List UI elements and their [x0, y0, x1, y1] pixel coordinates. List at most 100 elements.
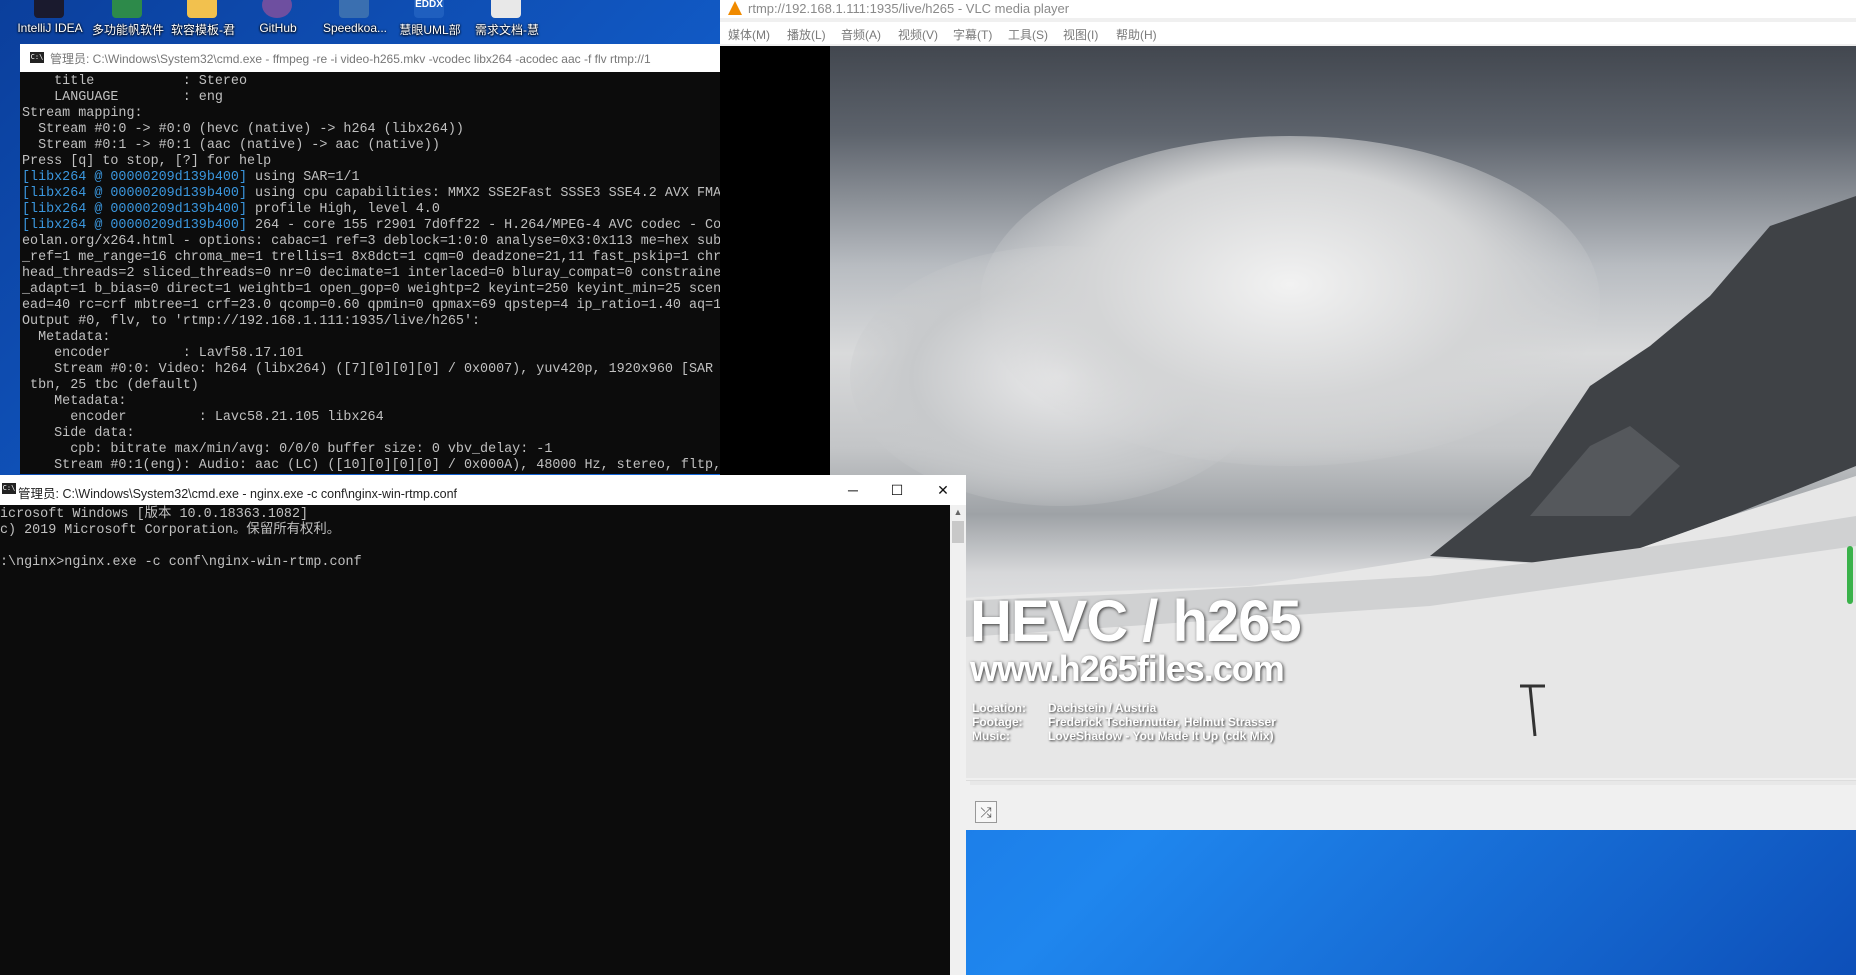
volume-indicator[interactable] — [1847, 546, 1853, 604]
nginx-titlebar[interactable]: C:\ 管理员: C:\Windows\System32\cmd.exe - n… — [0, 475, 966, 505]
overlay-url: www.h265files.com — [970, 648, 1285, 689]
vlc-titlebar[interactable]: rtmp://192.168.1.111:1935/live/h265 - VL… — [720, 0, 1856, 18]
overlay-title: HEVC / h265 — [970, 589, 1302, 654]
console-line: tbn, 25 tbc (default) — [22, 378, 720, 394]
log-text: Metadata: — [22, 330, 111, 345]
desktop-icon-github[interactable]: GitHub — [238, 0, 318, 40]
log-text: eolan.org/x264.html - options: cabac=1 r… — [22, 234, 720, 249]
folder-icon — [187, 0, 217, 18]
log-text: Side data: — [22, 426, 135, 441]
desktop-icon-uml[interactable]: EDDX 慧眼UML部 — [390, 0, 470, 40]
log-text: _ref=1 me_range=16 chroma_me=1 trellis=1… — [22, 250, 720, 265]
log-text: tbn, 25 tbc (default) — [22, 378, 199, 393]
menu-playback[interactable]: 播放(L) — [787, 26, 826, 43]
maximize-button[interactable]: ☐ — [874, 475, 920, 505]
menu-help[interactable]: 帮助(H) — [1116, 26, 1157, 43]
log-text: using SAR=1/1 — [247, 170, 360, 185]
log-source-tag: [libx264 @ 00000209d139b400] — [22, 218, 247, 233]
desktop-icon-template[interactable]: 软容模板-君 — [163, 0, 243, 40]
scrollbar-thumb[interactable] — [952, 521, 964, 543]
nginx-window-title: 管理员: C:\Windows\System32\cmd.exe - nginx… — [18, 487, 458, 501]
credit-location-value: Dachstein / Austria — [1048, 701, 1157, 715]
shuffle-icon: ⤮ — [980, 804, 992, 820]
document-icon — [491, 0, 521, 18]
console-line: [libx264 @ 00000209d139b400] using SAR=1… — [22, 170, 720, 186]
console-line: Output #0, flv, to 'rtmp://192.168.1.111… — [22, 314, 720, 330]
desktop-icon-speedkoala[interactable]: Speedkoa... — [315, 0, 395, 40]
console-line: Stream #0:1(eng): Audio: aac (LC) ([10][… — [22, 458, 720, 474]
desktop-icon-requirements-doc[interactable]: 需求文档-慧 — [467, 0, 547, 40]
log-text: using cpu capabilities: MMX2 SSE2Fast SS… — [247, 186, 720, 201]
log-source-tag: [libx264 @ 00000209d139b400] — [22, 170, 247, 185]
minimize-icon: ─ — [848, 482, 858, 498]
console-line: encoder : Lavf58.17.101 — [22, 346, 720, 362]
console-line: _ref=1 me_range=16 chroma_me=1 trellis=1… — [22, 250, 720, 266]
log-text: Metadata: — [22, 394, 127, 409]
log-text: Stream mapping: — [22, 106, 143, 121]
log-text: profile High, level 4.0 — [247, 202, 440, 217]
maximize-icon: ☐ — [890, 482, 904, 498]
console-line: Stream #0:0 -> #0:0 (hevc (native) -> h2… — [22, 122, 720, 138]
vlc-menubar: 媒体(M) 播放(L) 音频(A) 视频(V) 字幕(T) 工具(S) 视图(I… — [720, 22, 1856, 44]
desktop-icon-multifunction[interactable]: 多功能帆软件 — [88, 0, 168, 40]
log-text: encoder : Lavc58.21.105 libx264 — [22, 410, 384, 425]
console-line: Metadata: — [22, 330, 720, 346]
nginx-console-window[interactable]: C:\ 管理员: C:\Windows\System32\cmd.exe - n… — [0, 475, 966, 975]
log-text: Stream #0:0 -> #0:0 (hevc (native) -> h2… — [22, 122, 464, 137]
menu-tools[interactable]: 工具(S) — [1008, 26, 1048, 43]
log-text: Stream #0:0: Video: h264 (libx264) ([7][… — [22, 362, 714, 377]
console-line: c) 2019 Microsoft Corporation。保留所有权利。 — [0, 523, 341, 538]
console-line: [libx264 @ 00000209d139b400] 264 - core … — [22, 218, 720, 234]
menu-subtitle[interactable]: 字幕(T) — [953, 26, 992, 43]
console-line: cpb: bitrate max/min/avg: 0/0/0 buffer s… — [22, 442, 720, 458]
console-line: Press [q] to stop, [?] for help — [22, 154, 720, 170]
log-text: _adapt=1 b_bias=0 direct=1 weightb=1 ope… — [22, 282, 720, 297]
console-line: Metadata: — [22, 394, 720, 410]
shortcut-icon — [339, 0, 369, 18]
console-line: ead=40 rc=crf mbtree=1 crf=23.0 qcomp=0.… — [22, 298, 720, 314]
cmd-icon: C:\ — [30, 52, 44, 63]
menu-video[interactable]: 视频(V) — [898, 26, 938, 43]
close-button[interactable]: ✕ — [920, 475, 966, 505]
menu-view[interactable]: 视图(I) — [1063, 26, 1098, 43]
desktop-icon-label: Speedkoa... — [322, 21, 388, 35]
console-line: [libx264 @ 00000209d139b400] profile Hig… — [22, 202, 720, 218]
ffmpeg-window-title: 管理员: C:\Windows\System32\cmd.exe - ffmpe… — [50, 52, 651, 66]
console-line: Stream #0:0: Video: h264 (libx264) ([7][… — [22, 362, 720, 378]
log-text: cpb: bitrate max/min/avg: 0/0/0 buffer s… — [22, 442, 553, 457]
vertical-scrollbar[interactable]: ▲ — [950, 505, 966, 975]
log-text: ead=40 rc=crf mbtree=1 crf=23.0 qcomp=0.… — [22, 298, 720, 313]
console-line: icrosoft Windows [版本 10.0.18363.1082] — [0, 507, 309, 522]
vlc-window-title: rtmp://192.168.1.111:1935/live/h265 - VL… — [748, 1, 1070, 16]
ffmpeg-console-window[interactable]: C:\ 管理员: C:\Windows\System32\cmd.exe - f… — [20, 44, 720, 474]
scroll-up-arrow-icon[interactable]: ▲ — [950, 505, 966, 519]
log-text: encoder : Lavf58.17.101 — [22, 346, 304, 361]
console-line: title : Stereo — [22, 74, 720, 90]
desktop-icon-row: IntelliJ IDEA 多功能帆软件 软容模板-君 GitHub Speed… — [0, 0, 740, 40]
shuffle-button[interactable]: ⤮ — [975, 801, 997, 823]
menu-audio[interactable]: 音频(A) — [841, 26, 881, 43]
desktop-icon-intellij[interactable]: IntelliJ IDEA — [10, 0, 90, 40]
menu-media[interactable]: 媒体(M) — [728, 26, 770, 43]
console-line: Stream #0:1 -> #0:1 (aac (native) -> aac… — [22, 138, 720, 154]
credit-location-key: Location: — [972, 701, 1026, 715]
eddx-file-icon: EDDX — [414, 0, 444, 18]
vlc-cone-icon — [728, 1, 742, 15]
nginx-console-output: icrosoft Windows [版本 10.0.18363.1082] c)… — [0, 507, 950, 571]
ffmpeg-titlebar[interactable]: C:\ 管理员: C:\Windows\System32\cmd.exe - f… — [20, 44, 720, 72]
minimize-button[interactable]: ─ — [830, 475, 876, 505]
log-text: Output #0, flv, to 'rtmp://192.168.1.111… — [22, 314, 481, 329]
github-icon — [262, 0, 292, 18]
console-line: LANGUAGE : eng — [22, 90, 720, 106]
console-line: _adapt=1 b_bias=0 direct=1 weightb=1 ope… — [22, 282, 720, 298]
seek-bar[interactable] — [970, 781, 1856, 785]
console-line: [libx264 @ 00000209d139b400] using cpu c… — [22, 186, 720, 202]
console-line: head_threads=2 sliced_threads=0 nr=0 dec… — [22, 266, 720, 282]
console-line: Side data: — [22, 426, 720, 442]
log-text: title : Stereo — [22, 74, 247, 89]
log-text: Stream #0:1(eng): Audio: aac (LC) ([10][… — [22, 458, 720, 473]
log-source-tag: [libx264 @ 00000209d139b400] — [22, 186, 247, 201]
desktop-icon-label: 多功能帆软件 — [91, 23, 164, 37]
desktop-icon-label: GitHub — [259, 21, 297, 35]
